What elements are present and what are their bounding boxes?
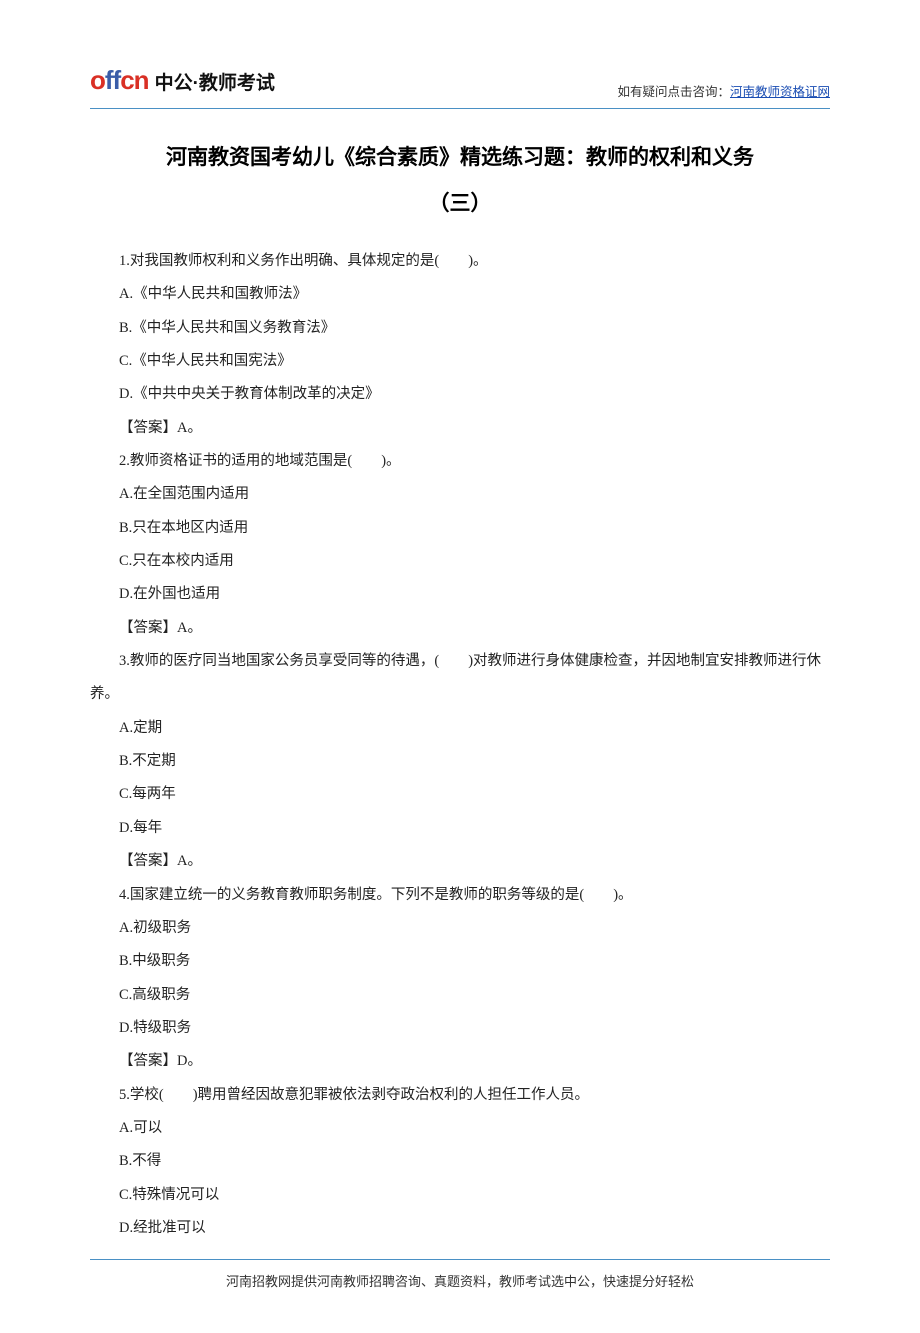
page-footer: 河南招教网提供河南教师招聘咨询、真题资料，教师考试选中公，快速提分好轻松 [90,1259,830,1293]
body-line: A.初级职务 [90,912,830,945]
logo-latin: offcn [90,60,149,102]
body-line: 4.国家建立统一的义务教育教师职务制度。下列不是教师的职务等级的是( )。 [90,879,830,912]
body-line: A.可以 [90,1112,830,1145]
body-line: 【答案】A。 [90,845,830,878]
body-line: B.中级职务 [90,945,830,978]
body-line: B.不得 [90,1145,830,1178]
footer-text: 河南招教网提供河南教师招聘咨询、真题资料，教师考试选中公，快速提分好轻松 [226,1274,694,1289]
body-line: C.只在本校内适用 [90,545,830,578]
body-line: A.《中华人民共和国教师法》 [90,278,830,311]
header-consult: 如有疑问点击咨询：河南教师资格证网 [617,82,830,102]
body-line: 【答案】A。 [90,612,830,645]
body-line: B.《中华人民共和国义务教育法》 [90,312,830,345]
site-logo: offcn 中公·教师考试 [90,60,275,102]
body-line: D.在外国也适用 [90,578,830,611]
body-line: D.《中共中央关于教育体制改革的决定》 [90,378,830,411]
body-line: D.特级职务 [90,1012,830,1045]
body-line: 1.对我国教师权利和义务作出明确、具体规定的是( )。 [90,245,830,278]
body-line: A.在全国范围内适用 [90,478,830,511]
body-line: D.每年 [90,812,830,845]
title-line-2: （三） [90,181,830,227]
body-line: 【答案】A。 [90,412,830,445]
body-line: C.高级职务 [90,979,830,1012]
body-line: 【答案】D。 [90,1045,830,1078]
body-line: A.定期 [90,712,830,745]
body-line: C.每两年 [90,778,830,811]
body-line: 2.教师资格证书的适用的地域范围是( )。 [90,445,830,478]
logo-chinese: 中公·教师考试 [155,69,275,99]
body-line: C.《中华人民共和国宪法》 [90,345,830,378]
body-line: B.只在本地区内适用 [90,512,830,545]
consult-prefix: 如有疑问点击咨询： [617,85,730,99]
body-line: D.经批准可以 [90,1212,830,1245]
document-body: 1.对我国教师权利和义务作出明确、具体规定的是( )。A.《中华人民共和国教师法… [90,245,830,1245]
document-title: 河南教资国考幼儿《综合素质》精选练习题：教师的权利和义务 （三） [90,135,830,227]
body-line: 5.学校( )聘用曾经因故意犯罪被依法剥夺政治权利的人担任工作人员。 [90,1079,830,1112]
title-line-1: 河南教资国考幼儿《综合素质》精选练习题：教师的权利和义务 [90,135,830,181]
body-line: C.特殊情况可以 [90,1179,830,1212]
page-header: offcn 中公·教师考试 如有疑问点击咨询：河南教师资格证网 [90,60,830,109]
body-line: B.不定期 [90,745,830,778]
body-line: 3.教师的医疗同当地国家公务员享受同等的待遇，( )对教师进行身体健康检查，并因… [90,645,830,712]
consult-link[interactable]: 河南教师资格证网 [730,85,830,99]
